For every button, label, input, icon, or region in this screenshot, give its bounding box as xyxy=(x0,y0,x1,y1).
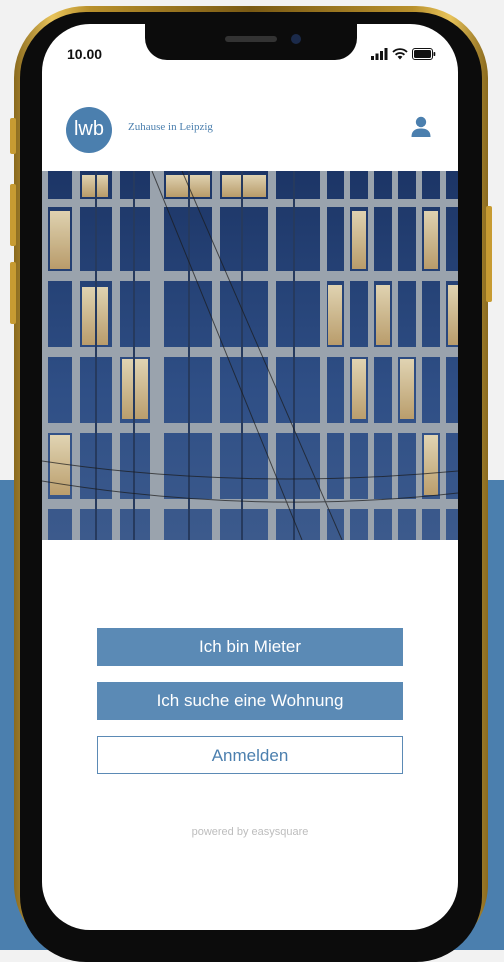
status-time: 10.00 xyxy=(67,46,103,62)
volume-down-button xyxy=(10,262,16,324)
tenant-button[interactable]: Ich bin Mieter xyxy=(97,628,403,666)
mute-switch xyxy=(10,118,16,154)
tagline: Zuhause in Leipzig xyxy=(128,121,213,133)
app-screen: 10.00 lwb Zuhause in Leipzig Ich bin Mie… xyxy=(42,24,458,930)
user-icon[interactable] xyxy=(411,116,431,138)
wifi-icon xyxy=(392,48,408,60)
status-icons xyxy=(371,46,436,60)
powered-by-label: powered by easysquare xyxy=(191,826,309,838)
notch xyxy=(145,24,357,60)
front-camera xyxy=(291,34,301,44)
signal-icon xyxy=(371,48,388,60)
power-button xyxy=(486,206,492,302)
speaker-grille xyxy=(225,36,277,42)
login-button[interactable]: Anmelden xyxy=(97,736,403,774)
hero-building-image xyxy=(42,171,458,540)
search-apartment-button[interactable]: Ich suche eine Wohnung xyxy=(97,682,403,720)
volume-up-button xyxy=(10,184,16,246)
battery-icon xyxy=(412,48,436,60)
lwb-logo: lwb xyxy=(66,107,112,153)
